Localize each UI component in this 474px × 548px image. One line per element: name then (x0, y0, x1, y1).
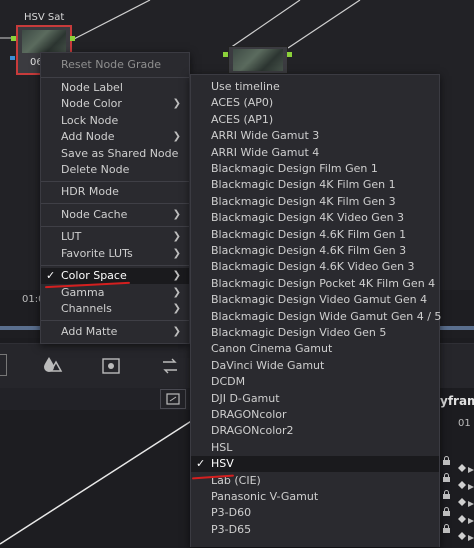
lock-icon[interactable] (442, 456, 451, 469)
chevron-right-icon: ❯ (172, 231, 181, 242)
keyframe-nav-icon[interactable] (468, 526, 474, 545)
keyframes-title: yframe (440, 394, 474, 408)
menu-item-lock-node[interactable]: Lock Node (41, 113, 189, 129)
color-space-option[interactable]: Blackmagic Design Video Gen 5 (191, 325, 439, 341)
node-output-port[interactable] (70, 36, 75, 41)
menu-item-delete-node[interactable]: Delete Node (41, 162, 189, 178)
menu-separator (41, 265, 189, 266)
magic-mask-icon[interactable] (100, 354, 124, 376)
menu-item-node-cache[interactable]: Node Cache ❯ (41, 207, 189, 223)
chevron-right-icon: ❯ (172, 287, 181, 298)
color-space-option[interactable]: DRAGONcolor (191, 407, 439, 423)
keyframe-timecode: 01 (458, 418, 471, 429)
color-space-option[interactable]: DCDM (191, 374, 439, 390)
color-space-option[interactable]: ACES (AP1) (191, 112, 439, 128)
curve-graph[interactable] (0, 418, 200, 548)
color-space-option[interactable]: Blackmagic Design Film Gen 1 (191, 161, 439, 177)
menu-separator (41, 320, 189, 321)
lock-icon[interactable] (442, 473, 451, 486)
color-space-option[interactable]: Blackmagic Design 4.6K Video Gen 3 (191, 259, 439, 275)
menu-item-favorite-luts[interactable]: Favorite LUTs ❯ (41, 246, 189, 262)
menu-separator (41, 181, 189, 182)
color-space-option[interactable]: ARRI Wide Gamut 4 (191, 145, 439, 161)
color-space-option[interactable]: P3-D65 (191, 522, 439, 538)
color-space-option[interactable]: Blackmagic Design Wide Gamut Gen 4 / 5 (191, 309, 441, 325)
check-icon: ✓ (46, 269, 56, 282)
screen-icon (166, 393, 180, 405)
color-space-option[interactable]: HSL (191, 440, 439, 456)
menu-item-gamma[interactable]: Gamma ❯ (41, 285, 189, 301)
color-space-option[interactable]: Blackmagic Design 4.6K Film Gen 1 (191, 227, 439, 243)
menu-item-channels[interactable]: Channels ❯ (41, 301, 189, 317)
color-warper-icon[interactable] (42, 354, 64, 374)
color-node[interactable] (228, 46, 288, 74)
menu-item-reset-node-grade[interactable]: Reset Node Grade (41, 57, 189, 73)
color-space-option[interactable]: Panasonic V-Gamut (191, 489, 439, 505)
color-space-option[interactable]: DaVinci Wide Gamut (191, 358, 439, 374)
node-input-port[interactable] (223, 52, 228, 57)
keyframe-controls (440, 456, 474, 546)
color-space-option[interactable]: Blackmagic Design Pocket 4K Film Gen 4 (191, 276, 439, 292)
chevron-right-icon: ❯ (172, 326, 181, 337)
menu-item-lut[interactable]: LUT ❯ (41, 229, 189, 245)
menu-item-add-matte[interactable]: Add Matte ❯ (41, 324, 189, 340)
chevron-right-icon: ❯ (172, 303, 181, 314)
node-input-port[interactable] (11, 36, 16, 41)
diamond-icon[interactable] (458, 525, 466, 544)
menu-item-add-node[interactable]: Add Node ❯ (41, 129, 189, 145)
motion-icon[interactable] (160, 356, 180, 376)
menu-item-save-shared-node[interactable]: Save as Shared Node (41, 146, 189, 162)
menu-separator (41, 77, 189, 78)
menu-separator (41, 226, 189, 227)
chevron-right-icon: ❯ (172, 209, 181, 220)
color-space-option[interactable]: Blackmagic Design 4K Video Gen 3 (191, 210, 439, 226)
menu-item-node-color[interactable]: Node Color ❯ (41, 96, 189, 112)
window-icon[interactable] (0, 354, 7, 376)
node-output-port[interactable] (287, 52, 292, 57)
node-thumbnail (22, 30, 66, 53)
node-context-menu: Reset Node Grade Node Label Node Color ❯ … (40, 52, 190, 344)
menu-separator (41, 203, 189, 204)
lock-icon[interactable] (442, 507, 451, 520)
color-space-option[interactable]: Blackmagic Design Video Gamut Gen 4 (191, 292, 439, 308)
color-space-option[interactable]: ACES (AP0) (191, 95, 439, 111)
color-space-option[interactable]: HSV ✓ (191, 456, 439, 473)
chevron-right-icon: ❯ (172, 131, 181, 142)
color-space-option[interactable]: ARRI Wide Gamut 3 (191, 128, 439, 144)
chevron-right-icon: ❯ (172, 98, 181, 109)
color-space-option[interactable]: Blackmagic Design 4.6K Film Gen 3 (191, 243, 439, 259)
color-space-option[interactable]: P3-D60 (191, 505, 439, 521)
lock-icon[interactable] (442, 524, 451, 537)
chevron-right-icon: ❯ (172, 248, 181, 259)
key-input-port[interactable] (10, 56, 15, 60)
color-space-option[interactable]: DRAGONcolor2 (191, 423, 439, 439)
check-icon: ✓ (196, 457, 206, 471)
lock-icon[interactable] (442, 490, 451, 503)
color-space-option[interactable]: Blackmagic Design 4K Film Gen 3 (191, 194, 439, 210)
menu-item-node-label[interactable]: Node Label (41, 80, 189, 96)
color-space-option[interactable]: Canon Cinema Gamut (191, 341, 439, 357)
aspect-toggle[interactable] (160, 389, 186, 409)
node-thumbnail (233, 49, 283, 71)
color-space-option[interactable]: Blackmagic Design 4K Film Gen 1 (191, 177, 439, 193)
color-space-option[interactable]: Use timeline (191, 79, 439, 95)
color-space-option[interactable]: DJI D-Gamut (191, 391, 439, 407)
menu-item-hdr-mode[interactable]: HDR Mode (41, 184, 189, 200)
chevron-right-icon: ❯ (172, 270, 181, 281)
node-title: HSV Sat (24, 12, 65, 23)
